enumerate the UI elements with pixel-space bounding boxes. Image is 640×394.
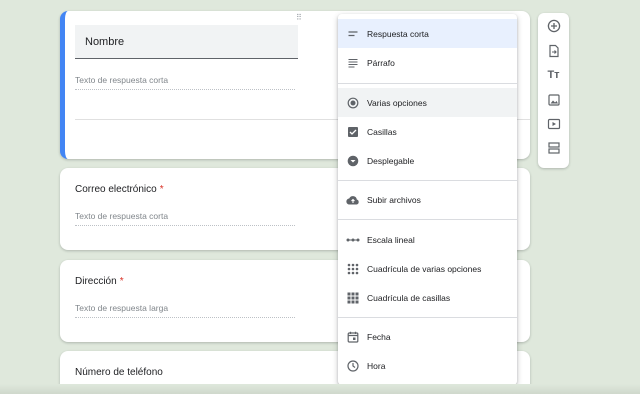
question-title-input[interactable]: Nombre xyxy=(75,25,298,59)
clock-icon xyxy=(346,359,360,373)
linear-scale-icon xyxy=(346,233,360,247)
menu-item-respuesta-corta[interactable]: Respuesta corta xyxy=(338,19,517,48)
menu-item-hora[interactable]: Hora xyxy=(338,351,517,380)
menu-item-cuadricula-casillas[interactable]: Cuadrícula de casillas xyxy=(338,283,517,312)
title-glyph: Tт xyxy=(547,68,560,81)
cloud-upload-icon xyxy=(346,193,360,207)
grid-icon xyxy=(346,262,360,276)
add-title-icon[interactable]: Tт xyxy=(545,66,562,83)
add-section-icon[interactable] xyxy=(545,139,562,156)
menu-item-desplegable[interactable]: Desplegable xyxy=(338,146,517,175)
long-answer-placeholder: Texto de respuesta larga xyxy=(75,303,295,318)
question-title: Dirección * xyxy=(75,276,124,287)
add-image-icon[interactable] xyxy=(545,91,562,108)
question-title: Número de teléfono xyxy=(75,367,163,378)
menu-divider xyxy=(338,219,517,220)
dropdown-icon xyxy=(346,154,360,168)
paragraph-icon xyxy=(346,56,360,70)
menu-item-parrafo[interactable]: Párrafo xyxy=(338,48,517,77)
menu-item-label: Cuadrícula de casillas xyxy=(367,292,451,303)
drag-handle-icon[interactable]: ⠿ xyxy=(296,14,302,22)
menu-divider xyxy=(338,180,517,181)
menu-item-label: Subir archivos xyxy=(367,194,421,205)
bottom-shadow-bar xyxy=(0,384,640,394)
checkbox-grid-icon xyxy=(346,291,360,305)
menu-item-varias-opciones[interactable]: Varias opciones xyxy=(338,88,517,117)
question-type-menu: Respuesta corta Párrafo Varias opciones … xyxy=(338,14,517,385)
required-mark: * xyxy=(119,276,124,287)
menu-divider xyxy=(338,83,517,84)
short-text-icon xyxy=(346,27,360,41)
menu-item-label: Respuesta corta xyxy=(367,28,429,39)
menu-item-label: Hora xyxy=(367,360,386,371)
short-answer-placeholder: Texto de respuesta corta xyxy=(75,211,295,226)
menu-divider xyxy=(338,317,517,318)
import-questions-icon[interactable] xyxy=(545,42,562,59)
menu-item-label: Escala lineal xyxy=(367,234,415,245)
menu-item-cuadricula-varias-opciones[interactable]: Cuadrícula de varias opciones xyxy=(338,254,517,283)
menu-item-label: Varias opciones xyxy=(367,97,427,108)
menu-item-label: Fecha xyxy=(367,331,391,342)
side-toolbar: Tт xyxy=(538,13,569,168)
menu-item-label: Desplegable xyxy=(367,155,415,166)
menu-item-label: Casillas xyxy=(367,126,397,137)
menu-item-fecha[interactable]: Fecha xyxy=(338,322,517,351)
menu-item-label: Párrafo xyxy=(367,57,395,68)
add-question-icon[interactable] xyxy=(545,17,562,34)
short-answer-placeholder: Texto de respuesta corta xyxy=(75,75,295,90)
checkbox-icon xyxy=(346,125,360,139)
menu-item-casillas[interactable]: Casillas xyxy=(338,117,517,146)
radio-icon xyxy=(346,96,360,110)
menu-item-subir-archivos[interactable]: Subir archivos xyxy=(338,185,517,214)
menu-item-escala-lineal[interactable]: Escala lineal xyxy=(338,225,517,254)
menu-item-label: Cuadrícula de varias opciones xyxy=(367,263,482,274)
question-title: Correo electrónico * xyxy=(75,184,164,195)
required-mark: * xyxy=(159,184,164,195)
calendar-icon xyxy=(346,330,360,344)
add-video-icon[interactable] xyxy=(545,115,562,132)
